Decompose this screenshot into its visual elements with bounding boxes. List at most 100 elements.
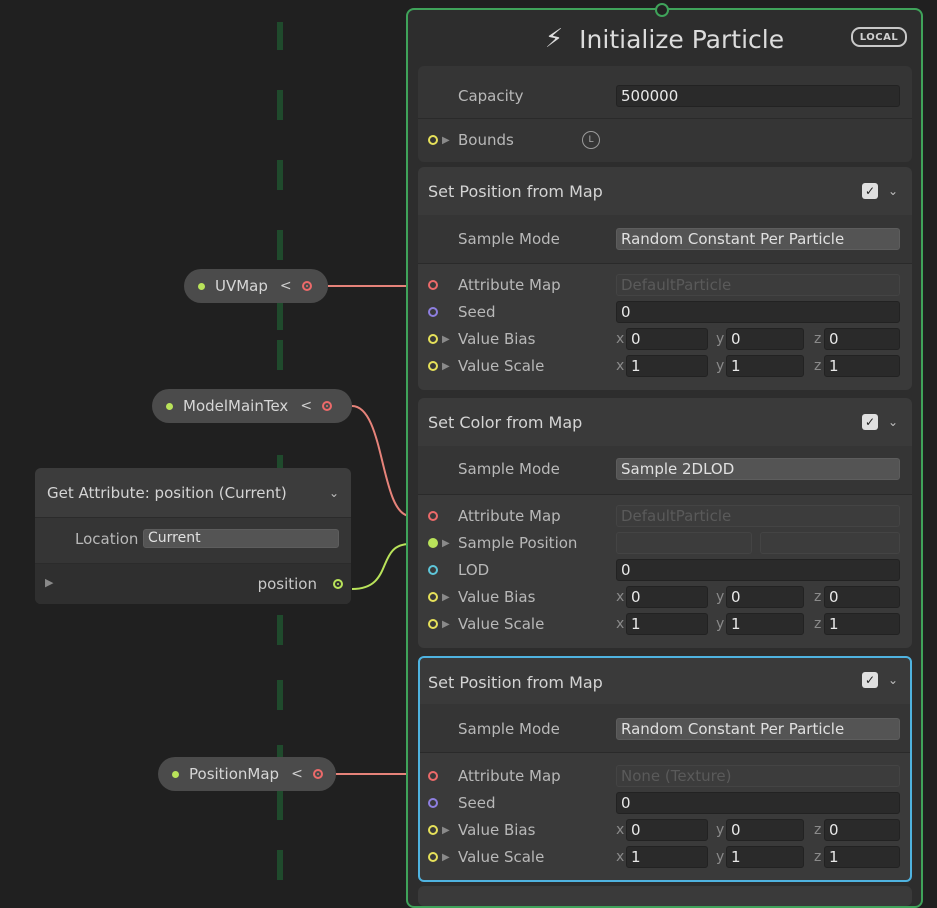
pill-label: UVMap (215, 277, 268, 295)
enable-checkbox[interactable]: ✓ (862, 672, 878, 688)
sample-mode-dropdown[interactable]: Sample 2DLOD (616, 458, 900, 480)
texture-output-port[interactable] (301, 281, 312, 291)
value-scale-z[interactable]: 1 (824, 355, 900, 377)
value-scale-x[interactable]: 1 (626, 613, 708, 635)
set-position-from-map-block-selected[interactable]: Set Position from Map ✓ ⌄ Sample Mode Ra… (418, 656, 912, 882)
value-bias-y[interactable]: 0 (726, 586, 804, 608)
get-attribute-node[interactable]: Get Attribute: position (Current) ⌄ Loca… (35, 468, 351, 604)
lod-input[interactable]: 0 (616, 559, 900, 581)
attribute-map-port[interactable] (428, 280, 438, 290)
value-bias-port[interactable] (428, 592, 438, 602)
value-scale-y[interactable]: 1 (726, 846, 804, 868)
expand-arrow-icon[interactable]: ▶ (442, 334, 450, 345)
value-bias-label: Value Bias (458, 821, 536, 839)
chevron-down-icon[interactable]: ⌄ (888, 184, 898, 198)
attribute-map-port[interactable] (428, 771, 438, 781)
value-bias-z[interactable]: 0 (824, 819, 900, 841)
expand-arrow-icon[interactable]: ▶ (442, 825, 450, 836)
value-bias-x[interactable]: 0 (626, 328, 708, 350)
enable-checkbox[interactable]: ✓ (862, 183, 878, 199)
seed-port[interactable] (428, 798, 438, 808)
value-bias-y[interactable]: 0 (726, 819, 804, 841)
block-header[interactable]: Set Position from Map (420, 658, 910, 706)
texture-output-port[interactable] (322, 401, 333, 411)
chevron-down-icon[interactable]: ⌄ (888, 415, 898, 429)
flow-input-port[interactable] (655, 3, 669, 17)
value-scale-y[interactable]: 1 (726, 355, 804, 377)
value-bias-port[interactable] (428, 825, 438, 835)
local-space-icon[interactable]: L (582, 131, 600, 149)
expand-arrow-icon[interactable]: ▶ (442, 361, 450, 372)
value-scale-port[interactable] (428, 619, 438, 629)
bounds-row: ▶ Bounds L (418, 129, 912, 151)
sample-mode-dropdown[interactable]: Random Constant Per Particle (616, 228, 900, 250)
modelmaintex-property-node[interactable]: ModelMainTex < (152, 389, 352, 423)
expand-arrow-icon[interactable]: ▶ (442, 538, 450, 549)
value-scale-x[interactable]: 1 (626, 846, 708, 868)
y-axis-label: y (716, 822, 725, 838)
x-axis-label: x (616, 616, 625, 632)
seed-port[interactable] (428, 307, 438, 317)
lod-label: LOD (458, 561, 490, 579)
collapse-icon[interactable]: < (291, 766, 303, 782)
value-scale-z[interactable]: 1 (824, 846, 900, 868)
get-attribute-header[interactable]: Get Attribute: position (Current) ⌄ (35, 468, 351, 518)
expand-arrow-icon[interactable]: ▶ (442, 619, 450, 630)
value-scale-z[interactable]: 1 (824, 613, 900, 635)
value-bias-row: ▶ Value Bias x 0 y 0 z 0 (420, 819, 910, 841)
exposed-dot-icon (198, 282, 205, 290)
block-header[interactable]: Set Color from Map (418, 398, 912, 446)
attribute-map-port[interactable] (428, 511, 438, 521)
capacity-row: Capacity 500000 (418, 85, 912, 107)
value-scale-port[interactable] (428, 852, 438, 862)
bounds-port[interactable] (428, 135, 438, 145)
location-dropdown[interactable]: Current (143, 529, 339, 548)
value-bias-y[interactable]: 0 (726, 328, 804, 350)
value-bias-x[interactable]: 0 (626, 586, 708, 608)
value-scale-y[interactable]: 1 (726, 613, 804, 635)
texture-output-port[interactable] (312, 769, 323, 779)
value-bias-z[interactable]: 0 (824, 586, 900, 608)
block-header[interactable]: Set Position from Map (418, 167, 912, 215)
pill-label: ModelMainTex (183, 397, 289, 415)
value-scale-x[interactable]: 1 (626, 355, 708, 377)
positionmap-property-node[interactable]: PositionMap < (158, 757, 336, 791)
wire-position (351, 543, 411, 590)
block-title: Set Position from Map (428, 672, 603, 692)
chevron-down-icon[interactable]: ⌄ (888, 673, 898, 687)
value-bias-x[interactable]: 0 (626, 819, 708, 841)
seed-input[interactable]: 0 (616, 792, 900, 814)
sample-mode-dropdown[interactable]: Random Constant Per Particle (616, 718, 900, 740)
seed-input[interactable]: 0 (616, 301, 900, 323)
chevron-down-icon[interactable]: ⌄ (329, 486, 339, 500)
block-settings: Sample Mode Random Constant Per Particle (418, 215, 912, 263)
enable-checkbox[interactable]: ✓ (862, 414, 878, 430)
expand-arrow-icon[interactable]: ▶ (442, 592, 450, 603)
sample-position-port[interactable] (428, 538, 438, 548)
bounds-label: Bounds (458, 131, 514, 149)
x-axis-label: x (616, 822, 625, 838)
block-settings: Sample Mode Random Constant Per Particle (420, 704, 910, 752)
local-space-badge[interactable]: LOCAL (851, 27, 907, 47)
value-bias-z[interactable]: 0 (824, 328, 900, 350)
x-axis-label: x (616, 358, 625, 374)
context-header[interactable]: ⚡︎ Initialize Particle (408, 10, 921, 68)
uvmap-property-node[interactable]: UVMap < (184, 269, 328, 303)
set-position-from-map-block[interactable]: Set Position from Map ✓ ⌄ Sample Mode Ra… (418, 167, 912, 390)
value-bias-port[interactable] (428, 334, 438, 344)
x-axis-label: x (616, 589, 625, 605)
sample-mode-label: Sample Mode (458, 230, 560, 248)
expand-arrow-icon[interactable]: ▶ (442, 135, 450, 146)
expand-arrow-icon[interactable]: ▶ (442, 852, 450, 863)
position-output-port[interactable] (333, 579, 343, 589)
x-axis-label: x (616, 849, 625, 865)
set-color-from-map-block[interactable]: Set Color from Map ✓ ⌄ Sample Mode Sampl… (418, 398, 912, 648)
seed-label: Seed (458, 303, 496, 321)
collapse-icon[interactable]: < (280, 278, 292, 294)
lod-port[interactable] (428, 565, 438, 575)
attribute-map-row: Attribute Map None (Texture) (420, 765, 910, 787)
capacity-input[interactable]: 500000 (616, 85, 900, 107)
value-scale-port[interactable] (428, 361, 438, 371)
expand-arrow-icon[interactable]: ▶ (45, 576, 53, 589)
collapse-icon[interactable]: < (300, 398, 312, 414)
